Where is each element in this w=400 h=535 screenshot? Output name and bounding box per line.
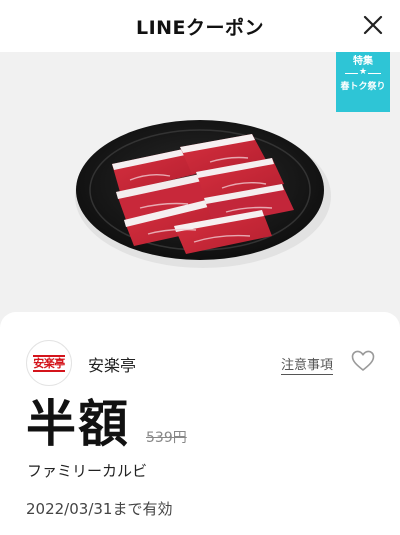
coupon-screen: LINEクーポン 特集 ★ 春トク祭り 安楽亭 安楽亭 注意事項 半額 539円… [0,0,400,535]
notes-link[interactable]: 注意事項 [281,354,334,375]
close-icon [363,15,383,35]
store-name: 安楽亭 [88,356,137,375]
badge-divider: ★ [345,66,381,78]
store-logo-text: 安楽亭 [33,354,65,372]
heart-icon [351,350,375,371]
product-name: ファミリーカルビ [27,462,148,480]
original-price: 539円 [146,430,187,446]
favorite-button[interactable] [350,348,376,374]
store-logo: 安楽亭 [26,340,72,386]
product-image: 特集 ★ 春トク祭り [0,52,400,342]
page-title: LINEクーポン [135,17,265,39]
star-icon: ★ [357,66,369,78]
close-button[interactable] [362,14,384,36]
header: LINEクーポン [0,0,400,52]
validity-date: 2022/03/31まで有効 [26,500,173,518]
coupon-card: 安楽亭 安楽亭 注意事項 半額 539円 ファミリーカルビ 2022/03/31… [0,312,400,535]
discount-label: 半額 [26,395,130,453]
badge-label-bottom: 春トク祭り [340,82,386,92]
feature-badge[interactable]: 特集 ★ 春トク祭り [336,52,390,112]
